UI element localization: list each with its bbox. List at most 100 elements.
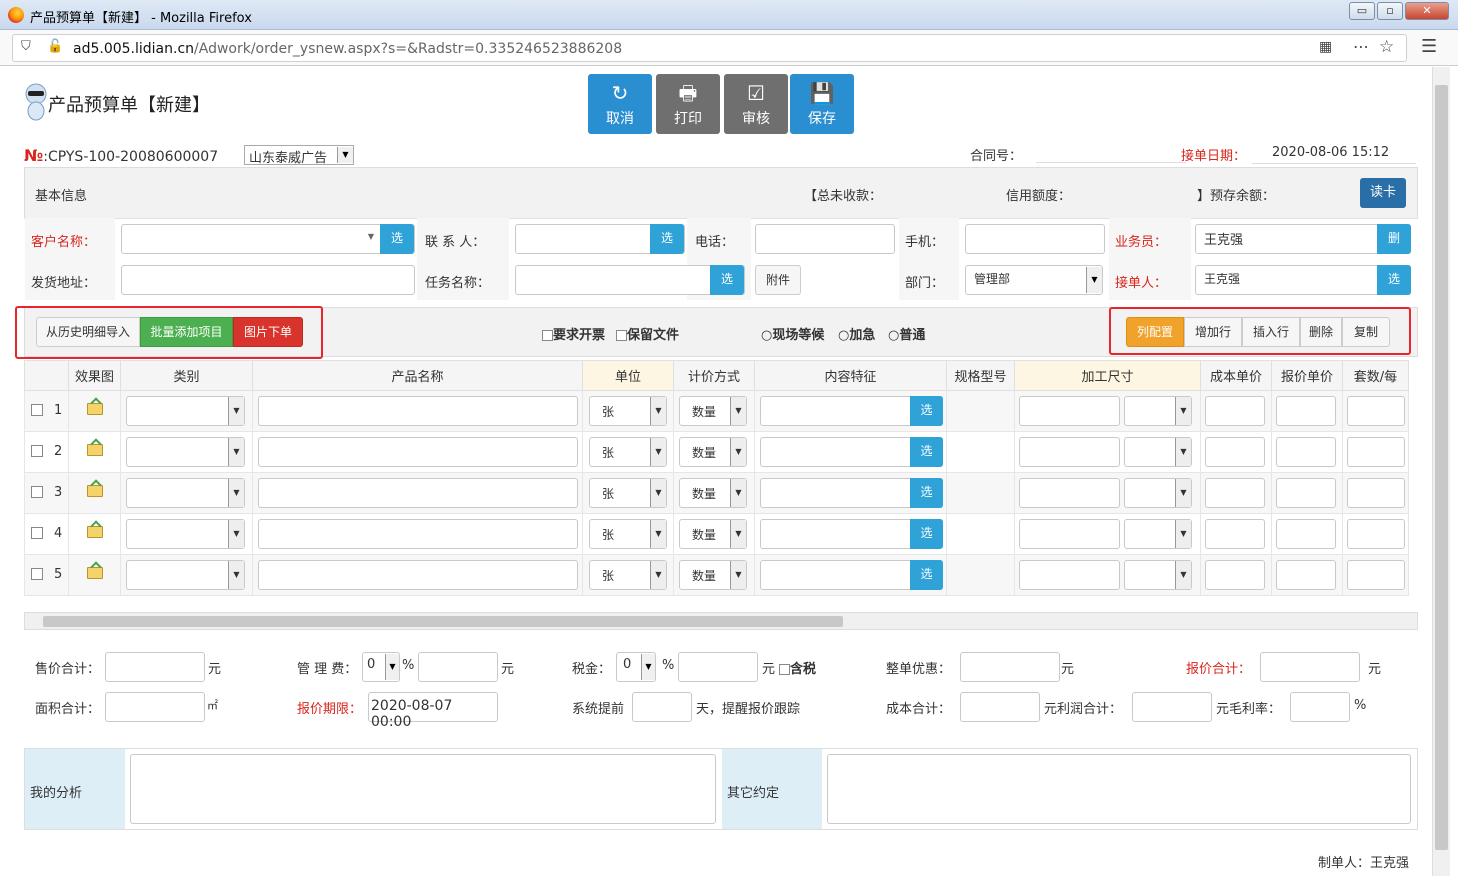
normal-option[interactable]: ○普通 bbox=[888, 324, 925, 343]
size-input[interactable] bbox=[1019, 560, 1120, 590]
mgmt-fee-input[interactable] bbox=[418, 652, 498, 682]
size-input[interactable] bbox=[1019, 396, 1120, 426]
phone-input[interactable] bbox=[755, 224, 895, 254]
mobile-input[interactable] bbox=[965, 224, 1105, 254]
product-name-input[interactable] bbox=[258, 560, 578, 590]
restore-button[interactable]: ▫ bbox=[1377, 2, 1403, 20]
tax-input[interactable] bbox=[678, 652, 758, 682]
keep-files-option[interactable]: 保留文件 bbox=[616, 324, 679, 343]
sets-input[interactable] bbox=[1347, 519, 1405, 549]
profit-input[interactable] bbox=[1132, 692, 1212, 722]
quote-price-input[interactable] bbox=[1276, 478, 1336, 508]
product-name-input[interactable] bbox=[258, 396, 578, 426]
more-actions-icon[interactable]: ⋯ bbox=[1353, 37, 1369, 56]
insecure-lock-icon[interactable]: 🔓 bbox=[47, 39, 63, 54]
insert-row-button[interactable]: 插入行 bbox=[1242, 317, 1300, 347]
qr-code-icon[interactable]: ▦ bbox=[1319, 39, 1332, 55]
cost-price-input[interactable] bbox=[1205, 560, 1265, 590]
shield-icon[interactable]: ⛉ bbox=[21, 39, 31, 54]
attachment-button[interactable]: 附件 bbox=[755, 265, 801, 295]
quote-price-input[interactable] bbox=[1276, 560, 1336, 590]
scrollbar-thumb[interactable] bbox=[1435, 85, 1448, 850]
minimize-button[interactable]: ▭ bbox=[1349, 2, 1375, 20]
copy-row-button[interactable]: 复制 bbox=[1342, 317, 1390, 347]
url-text[interactable]: ad5.005.lidian.cn/Adwork/order_ysnew.asp… bbox=[73, 41, 622, 57]
customer-input[interactable]: ▼ bbox=[121, 224, 415, 254]
sets-input[interactable] bbox=[1347, 478, 1405, 508]
size-input[interactable] bbox=[1019, 478, 1120, 508]
sets-input[interactable] bbox=[1347, 560, 1405, 590]
quote-deadline-input[interactable]: 2020-08-07 00:00 bbox=[368, 692, 498, 730]
row-checkbox[interactable] bbox=[31, 527, 43, 539]
cost-total-input[interactable] bbox=[960, 692, 1040, 722]
cost-price-input[interactable] bbox=[1205, 519, 1265, 549]
quote-price-input[interactable] bbox=[1276, 519, 1336, 549]
batch-add-button[interactable]: 批量添加项目 bbox=[140, 317, 233, 347]
row-checkbox[interactable] bbox=[31, 404, 43, 416]
content-select-button[interactable]: 选 bbox=[910, 560, 943, 590]
sale-total-input[interactable] bbox=[105, 652, 205, 682]
scrollbar-thumb[interactable] bbox=[43, 616, 843, 627]
size-input[interactable] bbox=[1019, 519, 1120, 549]
close-button[interactable]: ✕ bbox=[1405, 2, 1449, 20]
row-checkbox[interactable] bbox=[31, 568, 43, 580]
content-select-button[interactable]: 选 bbox=[910, 437, 943, 467]
approve-button[interactable]: ☑ 审核 bbox=[724, 74, 788, 134]
company-select[interactable]: 山东泰威广告 ▼ bbox=[244, 145, 354, 166]
bookmark-star-icon[interactable]: ☆ bbox=[1379, 37, 1394, 57]
discount-input[interactable] bbox=[960, 652, 1060, 682]
cost-price-input[interactable] bbox=[1205, 478, 1265, 508]
cost-price-input[interactable] bbox=[1205, 396, 1265, 426]
import-history-button[interactable]: 从历史明细导入 bbox=[36, 317, 140, 347]
customer-select-button[interactable]: 选 bbox=[380, 224, 414, 254]
page-vertical-scrollbar[interactable] bbox=[1432, 67, 1450, 876]
margin-input[interactable] bbox=[1290, 692, 1350, 722]
upload-image-icon[interactable] bbox=[86, 567, 103, 579]
quote-total-input[interactable] bbox=[1260, 652, 1360, 682]
invoice-option[interactable]: 要求开票 bbox=[542, 324, 605, 343]
cancel-button[interactable]: ↻ 取消 bbox=[588, 74, 652, 134]
address-input[interactable] bbox=[121, 265, 415, 295]
contact-select-button[interactable]: 选 bbox=[650, 224, 684, 254]
content-select-button[interactable]: 选 bbox=[910, 478, 943, 508]
size-input[interactable] bbox=[1019, 437, 1120, 467]
urgent-option[interactable]: ○加急 bbox=[838, 324, 875, 343]
upload-image-icon[interactable] bbox=[86, 403, 103, 415]
sets-input[interactable] bbox=[1347, 396, 1405, 426]
grid-horizontal-scrollbar[interactable] bbox=[24, 612, 1418, 630]
analysis-textarea[interactable] bbox=[130, 754, 716, 824]
column-config-button[interactable]: 列配置 bbox=[1126, 317, 1184, 347]
image-order-button[interactable]: 图片下单 bbox=[233, 317, 303, 347]
url-box[interactable]: ⛉ 🔓 ad5.005.lidian.cn/Adwork/order_ysnew… bbox=[12, 34, 1407, 62]
quote-price-input[interactable] bbox=[1276, 437, 1336, 467]
remind-days-input[interactable] bbox=[632, 692, 692, 722]
row-checkbox[interactable] bbox=[31, 486, 43, 498]
print-button[interactable]: 🖶 打印 bbox=[656, 74, 720, 134]
product-name-input[interactable] bbox=[258, 519, 578, 549]
mgmt-fee-select[interactable]: 0 ▼ bbox=[362, 652, 400, 682]
salesman-delete-button[interactable]: 删 bbox=[1377, 224, 1411, 254]
tax-select[interactable]: 0 ▼ bbox=[616, 652, 656, 682]
product-name-input[interactable] bbox=[258, 437, 578, 467]
onsite-option[interactable]: ○现场等候 bbox=[761, 324, 824, 343]
menu-icon[interactable]: ☰ bbox=[1421, 36, 1437, 57]
contract-field[interactable] bbox=[1036, 141, 1186, 163]
content-select-button[interactable]: 选 bbox=[910, 396, 943, 426]
save-button[interactable]: 💾 保存 bbox=[790, 74, 854, 134]
dept-select[interactable]: 管理部 ▼ bbox=[965, 265, 1103, 295]
add-row-button[interactable]: 增加行 bbox=[1184, 317, 1242, 347]
quote-price-input[interactable] bbox=[1276, 396, 1336, 426]
area-total-input[interactable] bbox=[105, 692, 205, 722]
content-select-button[interactable]: 选 bbox=[910, 519, 943, 549]
task-select-button[interactable]: 选 bbox=[710, 265, 744, 295]
read-card-button[interactable]: 读卡 bbox=[1360, 178, 1406, 208]
upload-image-icon[interactable] bbox=[86, 485, 103, 497]
other-terms-textarea[interactable] bbox=[827, 754, 1411, 824]
tax-included-option[interactable]: 含税 bbox=[779, 658, 816, 677]
upload-image-icon[interactable] bbox=[86, 444, 103, 456]
product-name-input[interactable] bbox=[258, 478, 578, 508]
sets-input[interactable] bbox=[1347, 437, 1405, 467]
cost-price-input[interactable] bbox=[1205, 437, 1265, 467]
receiver-select-button[interactable]: 选 bbox=[1377, 265, 1411, 295]
delete-row-button[interactable]: 删除 bbox=[1300, 317, 1342, 347]
